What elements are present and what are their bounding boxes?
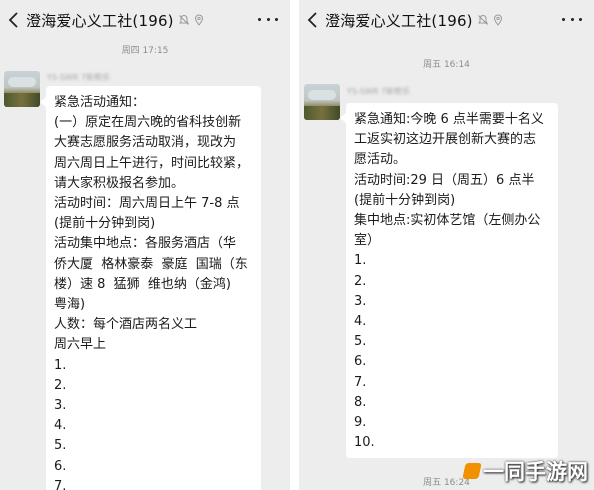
message-line: 7. bbox=[54, 478, 67, 490]
message-line: 粤海) bbox=[54, 297, 86, 313]
message-line: 3. bbox=[354, 293, 367, 309]
message-timestamp: 周四 17:15 bbox=[121, 46, 169, 56]
sender-name: YS-SWR 7新帮乐 bbox=[47, 73, 111, 82]
site-watermark: 一同手游网 bbox=[462, 456, 588, 486]
message-line: 4. bbox=[54, 418, 67, 434]
message-line: 紧急活动通知： bbox=[54, 95, 146, 110]
message-bubble[interactable]: 紧急活动通知： (一）原定在周六晚的省科技创新 大赛志愿服务活动取消，现改为 周六周日… bbox=[46, 86, 261, 490]
message-line: 8. bbox=[354, 394, 367, 410]
message-line: 5. bbox=[54, 438, 67, 454]
message-line: 1. bbox=[354, 253, 367, 269]
message-line: 请大家积极报名参加。 bbox=[54, 175, 185, 191]
message-text: 紧急通知:今晚 6 点半需要十名义 工返实初这边开展创新大赛的志 愿活动。活动时间:… bbox=[354, 110, 551, 453]
message-line: 活动时间:29 日（周五）6 点半 bbox=[354, 172, 535, 188]
message-line: 紧急通知:今晚 6 点半需要十名义 bbox=[354, 112, 544, 127]
avatar[interactable] bbox=[304, 84, 340, 120]
location-pin-icon bbox=[194, 14, 203, 26]
watermark-logo-icon bbox=[462, 463, 482, 479]
more-dots-icon bbox=[258, 17, 261, 21]
message-line: 室） bbox=[354, 233, 381, 249]
message-line: 活动集中地点：各服务酒店（华 bbox=[54, 236, 237, 252]
location-pin-icon bbox=[493, 14, 502, 26]
message-line: 3. bbox=[54, 398, 67, 414]
message-line: 侨大厦 格林豪泰 豪庭 国瑞（东 bbox=[54, 256, 248, 272]
message-line: (提前十分钟到岗) bbox=[54, 216, 156, 232]
message-line: 周六周日上午进行，时间比较紧， bbox=[54, 155, 250, 171]
message-line: 4. bbox=[354, 314, 367, 330]
message-line: 工返实初这边开展创新大赛的志 bbox=[354, 132, 537, 148]
sender-name: YS-SWR 7新帮乐 bbox=[347, 87, 411, 96]
message-line: 大赛志愿服务活动取消，现改为 bbox=[54, 135, 237, 151]
message-line: 楼）速 8 猛狮 维也纳（金鸿) bbox=[54, 276, 232, 292]
message-line: 6. bbox=[54, 458, 67, 474]
right-chat-screen: 澄海爱心义工社(196) 周五 16:14 YS-SWR 7新帮乐 紧急通知:今… bbox=[299, 0, 594, 490]
message-line: 周六早上 bbox=[54, 337, 107, 353]
message-line: 2. bbox=[54, 377, 67, 393]
message-line: (提前十分钟到岗) bbox=[354, 192, 456, 208]
message-line: 2. bbox=[354, 273, 367, 289]
message-line: 人数：每个酒店两名义工 bbox=[54, 317, 198, 333]
more-options-button[interactable] bbox=[562, 12, 582, 26]
message-line: (一）原定在周六晚的省科技创新 bbox=[54, 115, 242, 131]
more-dots-icon bbox=[562, 17, 565, 21]
message-line: 集中地点:实初体艺馆（左侧办公 bbox=[354, 213, 541, 229]
message-line: 愿活动。 bbox=[354, 152, 407, 168]
message-line: 7. bbox=[354, 374, 367, 390]
message-text: 紧急活动通知： (一）原定在周六晚的省科技创新 大赛志愿服务活动取消，现改为 周六周日… bbox=[54, 93, 254, 490]
chat-title: 澄海爱心义工社(196) bbox=[26, 11, 174, 30]
avatar[interactable] bbox=[4, 71, 40, 107]
chat-title: 澄海爱心义工社(196) bbox=[325, 11, 473, 30]
chat-header: 澄海爱心义工社(196) bbox=[0, 0, 290, 40]
bell-off-icon bbox=[178, 14, 189, 25]
message-line: 1. bbox=[54, 357, 67, 373]
back-button[interactable] bbox=[299, 0, 325, 40]
message-line: 5. bbox=[354, 334, 367, 350]
message-line: 6. bbox=[354, 354, 367, 370]
back-button[interactable] bbox=[0, 0, 26, 40]
chevron-left-icon bbox=[307, 12, 317, 28]
bell-off-icon bbox=[477, 14, 488, 25]
more-options-button[interactable] bbox=[258, 12, 278, 26]
message-line: 9. bbox=[354, 415, 367, 431]
message-line: 10. bbox=[354, 435, 375, 451]
message-timestamp: 周五 16:14 bbox=[423, 60, 470, 70]
left-chat-screen: 澄海爱心义工社(196) 周四 17:15 YS-SWR 7新帮乐 紧急活动通知… bbox=[0, 0, 290, 490]
message-line: 活动时间：周六周日上午 7-8 点 bbox=[54, 196, 240, 212]
chevron-left-icon bbox=[8, 12, 18, 28]
chat-header: 澄海爱心义工社(196) bbox=[299, 0, 594, 40]
message-bubble[interactable]: 紧急通知:今晚 6 点半需要十名义 工返实初这边开展创新大赛的志 愿活动。活动时间:… bbox=[346, 103, 558, 458]
